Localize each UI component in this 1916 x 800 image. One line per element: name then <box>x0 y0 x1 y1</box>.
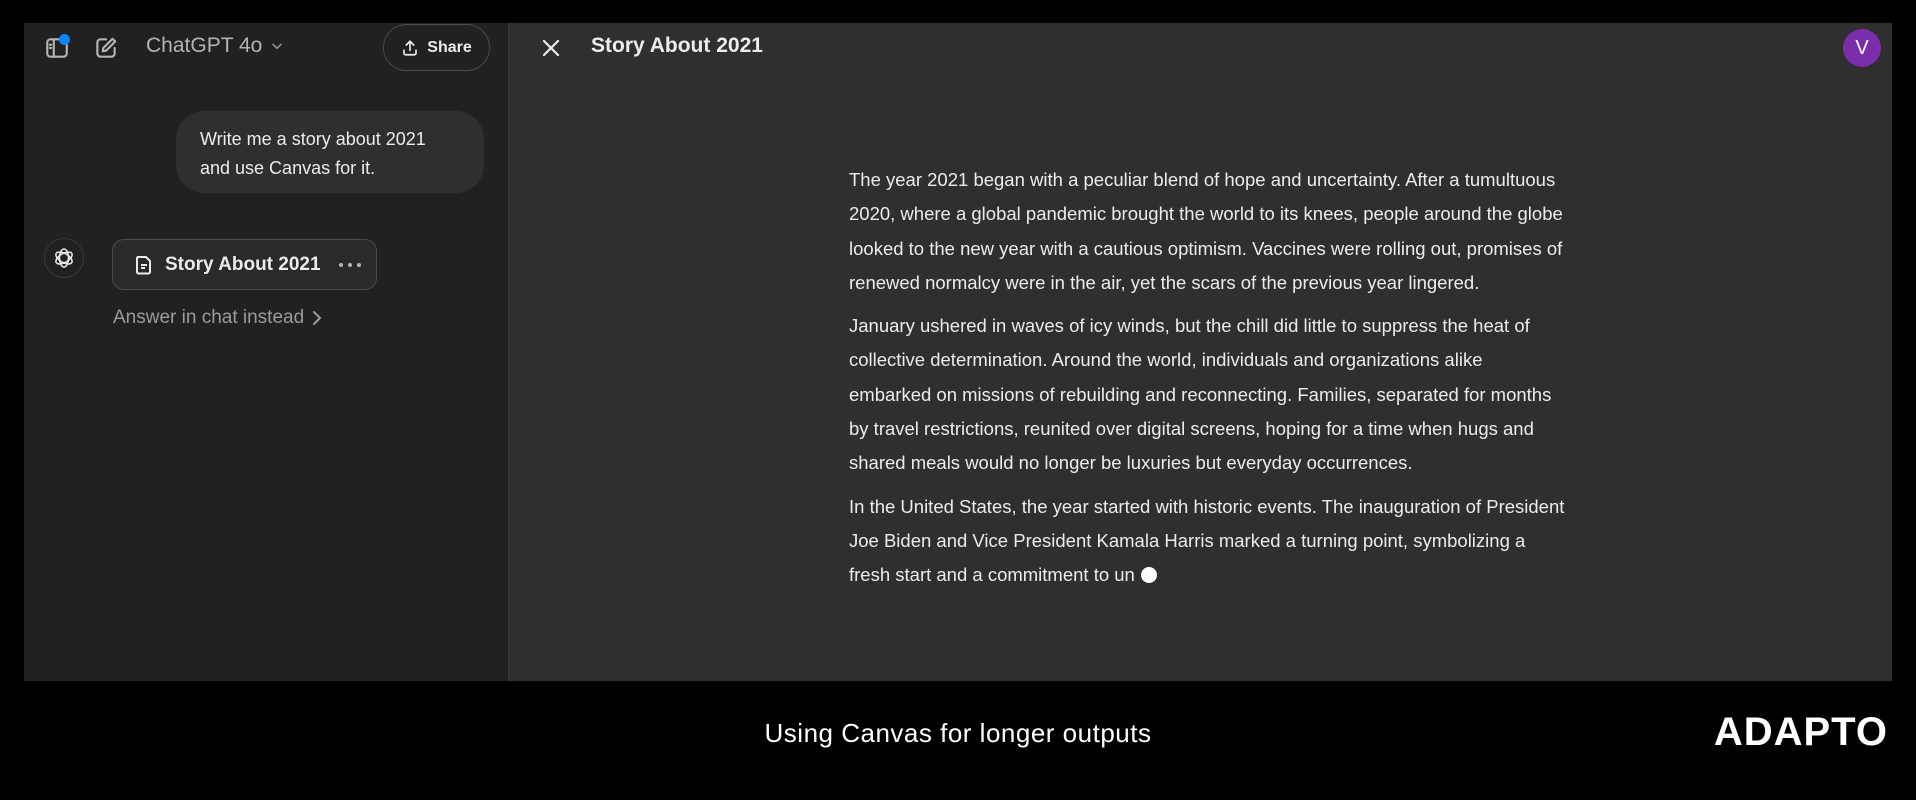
model-selector[interactable]: ChatGPT 4o <box>146 34 284 58</box>
user-message: Write me a story about 2021 and use Canv… <box>176 111 484 193</box>
model-name: ChatGPT 4o <box>146 34 263 57</box>
chat-header: ChatGPT 4o Share <box>24 23 508 73</box>
notification-dot <box>59 34 70 45</box>
streaming-cursor <box>1140 567 1157 584</box>
edit-icon <box>96 37 117 58</box>
canvas-card[interactable]: Story About 2021 <box>112 239 377 290</box>
chevron-right-icon <box>313 311 322 325</box>
close-icon <box>542 39 560 57</box>
brand-logo: ADAPTO <box>1713 710 1888 754</box>
assistant-avatar <box>44 238 84 278</box>
document-icon <box>136 255 151 274</box>
chevron-down-icon <box>272 43 283 50</box>
document-paragraph: In the United States, the year started w… <box>849 490 1569 593</box>
answer-in-chat-label: Answer in chat instead <box>113 307 305 328</box>
user-avatar[interactable]: V <box>1843 29 1881 67</box>
more-options-button[interactable] <box>338 262 361 267</box>
openai-logo-icon <box>55 248 73 268</box>
share-label: Share <box>427 38 472 56</box>
new-chat-button[interactable] <box>90 32 122 64</box>
ellipsis-dot <box>347 262 352 267</box>
close-canvas-button[interactable] <box>535 32 567 64</box>
canvas-card-title: Story About 2021 <box>165 253 321 275</box>
caption: Using Canvas for longer outputs <box>764 718 1152 748</box>
share-icon <box>403 39 418 56</box>
chat-pane: ChatGPT 4o Share Write me a story about … <box>24 23 509 681</box>
share-button[interactable]: Share <box>383 24 490 71</box>
app-window: ChatGPT 4o Share Write me a story about … <box>24 23 1892 681</box>
document-paragraph: January ushered in waves of icy winds, b… <box>849 315 1552 474</box>
ellipsis-dot <box>356 262 361 267</box>
canvas-pane: Story About 2021 V The year 2021 began w… <box>509 23 1892 681</box>
answer-in-chat-link[interactable]: Answer in chat instead <box>113 307 322 329</box>
document-paragraph: The year 2021 began with a peculiar blen… <box>849 169 1563 293</box>
canvas-document[interactable]: The year 2021 began with a peculiar blen… <box>849 163 1569 602</box>
ellipsis-dot <box>338 262 343 267</box>
document-paragraph-text: In the United States, the year started w… <box>849 495 1565 586</box>
toggle-sidebar-button[interactable] <box>41 32 73 64</box>
canvas-title: Story About 2021 <box>591 34 763 57</box>
